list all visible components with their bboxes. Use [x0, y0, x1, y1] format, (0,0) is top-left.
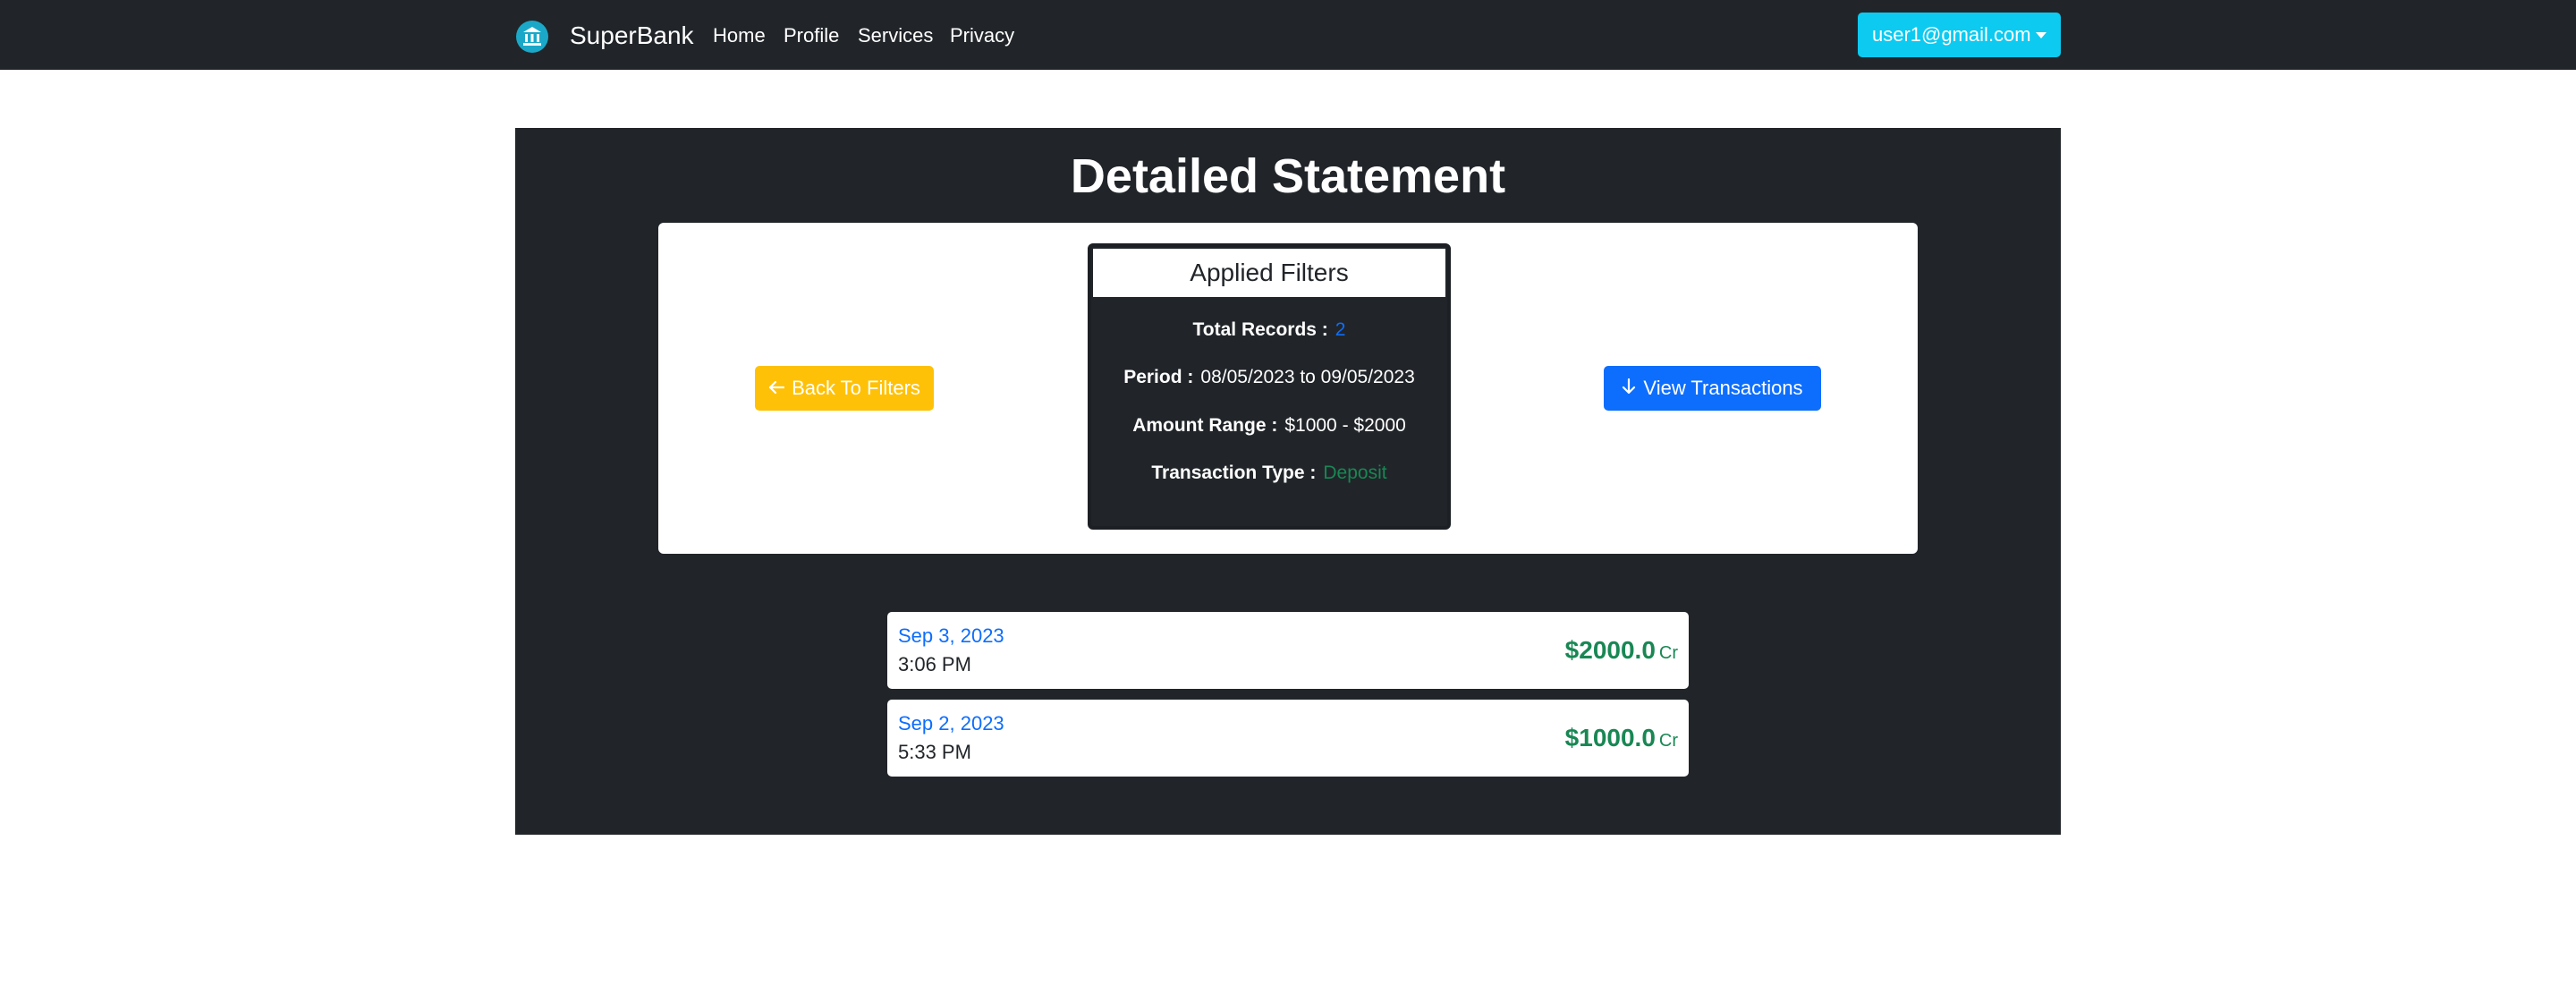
transaction-amount-value: $1000.0 — [1564, 724, 1656, 752]
transaction-type-badge: Cr — [1658, 643, 1678, 663]
back-to-filters-button[interactable]: Back To Filters — [755, 366, 934, 411]
arrow-left-icon — [768, 366, 785, 411]
transaction-amount-value: $2000.0 — [1564, 636, 1656, 664]
bank-icon[interactable] — [516, 21, 548, 53]
transaction-date: Sep 3, 2023 — [898, 624, 1004, 647]
transaction-type-badge: Cr — [1658, 731, 1678, 751]
transaction-amount: $1000.0 Cr — [1565, 721, 1678, 760]
filter-amount-range: Amount Range : $1000 - $2000 — [1091, 412, 1447, 439]
back-to-filters-label: Back To Filters — [792, 377, 920, 399]
nav-link-privacy[interactable]: Privacy — [950, 22, 1014, 49]
transaction-row[interactable]: Sep 2, 2023 5:33 PM $1000.0 Cr — [887, 700, 1689, 777]
filter-period: Period : 08/05/2023 to 09/05/2023 — [1091, 364, 1447, 391]
amount-range-label: Amount Range : — [1132, 415, 1278, 436]
user-email: user1@gmail.com — [1872, 23, 2031, 46]
caret-down-icon — [2036, 32, 2046, 38]
brand-name[interactable]: SuperBank — [570, 20, 694, 52]
transaction-amount: $2000.0 Cr — [1565, 633, 1678, 672]
view-transactions-label: View Transactions — [1643, 377, 1803, 399]
transaction-time: 5:33 PM — [898, 741, 971, 763]
nav-link-home[interactable]: Home — [713, 22, 766, 49]
filter-card: Back To Filters Applied Filters Total Re… — [658, 223, 1918, 554]
nav-link-profile[interactable]: Profile — [784, 22, 839, 49]
transaction-time: 3:06 PM — [898, 653, 971, 675]
transaction-date: Sep 2, 2023 — [898, 712, 1004, 735]
statement-section: Detailed Statement Back To Filters Appli… — [515, 128, 2061, 835]
view-transactions-button[interactable]: View Transactions — [1604, 366, 1821, 411]
transaction-type-value: Deposit — [1323, 463, 1387, 483]
user-dropdown-button[interactable]: user1@gmail.com — [1858, 13, 2061, 57]
transaction-row[interactable]: Sep 3, 2023 3:06 PM $2000.0 Cr — [887, 612, 1689, 689]
filter-transaction-type: Transaction Type : Deposit — [1091, 460, 1447, 487]
filter-total-records: Total Records : 2 — [1091, 317, 1447, 344]
arrow-down-icon — [1622, 366, 1636, 411]
applied-filters-panel: Applied Filters Total Records : 2 Period … — [1088, 243, 1451, 530]
total-records-value: 2 — [1335, 319, 1346, 340]
applied-filters-header: Applied Filters — [1093, 249, 1445, 297]
navbar: SuperBank Home Profile Services Privacy … — [0, 0, 2576, 70]
period-label: Period : — [1123, 367, 1194, 387]
total-records-label: Total Records : — [1192, 319, 1328, 340]
transaction-type-label: Transaction Type : — [1151, 463, 1317, 483]
nav-link-services[interactable]: Services — [858, 22, 933, 49]
period-value: 08/05/2023 to 09/05/2023 — [1200, 367, 1415, 387]
amount-range-value: $1000 - $2000 — [1284, 415, 1406, 436]
page-title: Detailed Statement — [1070, 149, 1506, 203]
